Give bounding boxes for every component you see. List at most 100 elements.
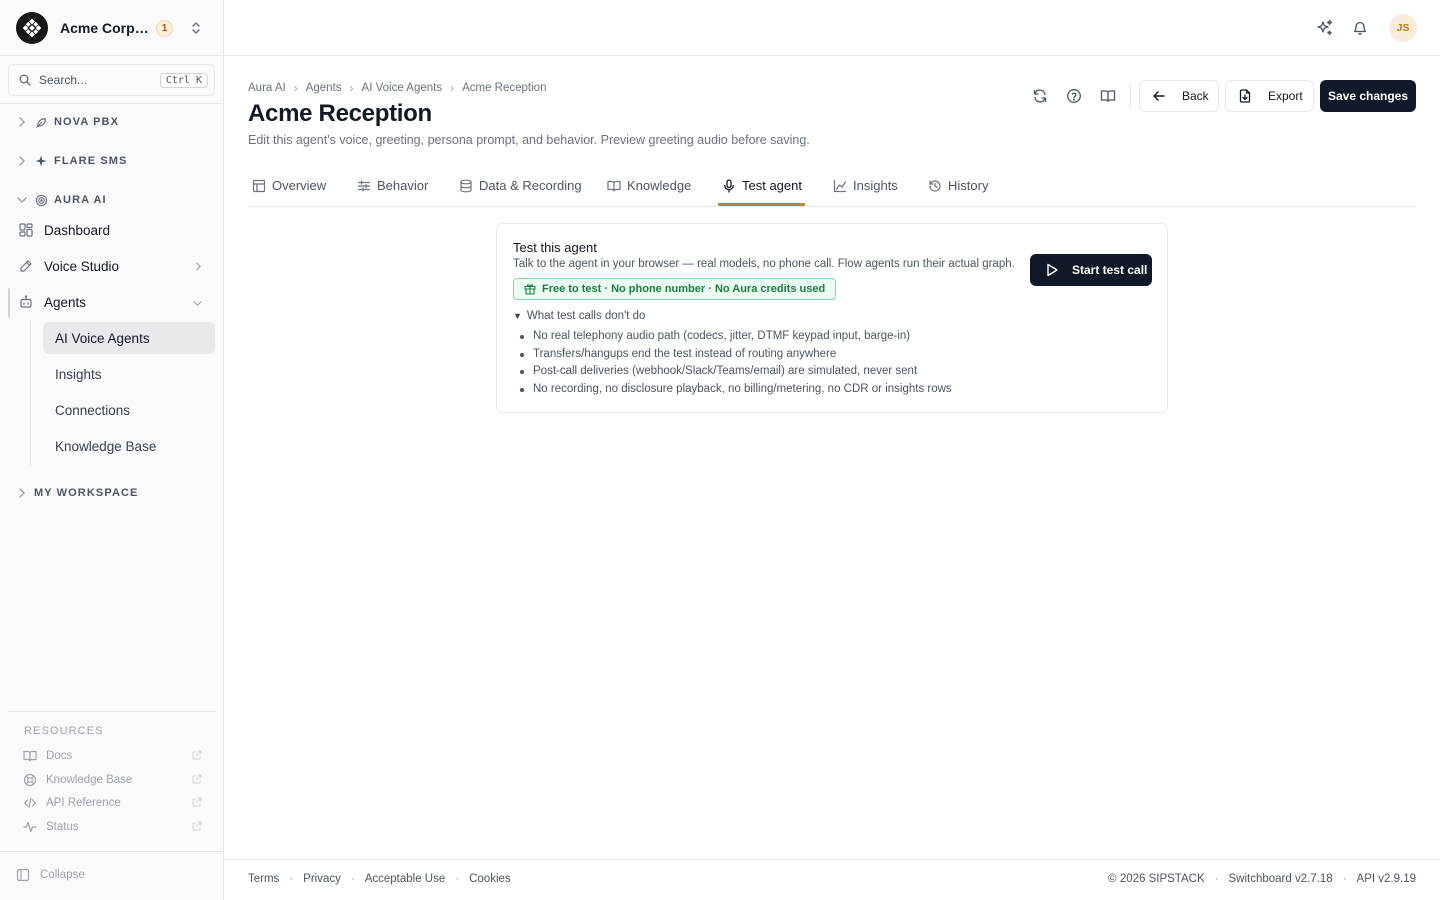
tab-history[interactable]: History (924, 165, 992, 206)
ai-sparkles-icon[interactable] (1315, 18, 1335, 38)
triangle-down-icon: ▼ (513, 311, 522, 321)
user-avatar[interactable]: JS (1389, 14, 1417, 42)
chevron-right-icon (195, 259, 202, 274)
tab-label: Knowledge (627, 178, 692, 193)
list-item: Post-call deliveries (webhook/Slack/Team… (520, 363, 952, 381)
export-label: Export (1268, 89, 1303, 103)
chevron-right-icon (16, 488, 28, 498)
back-label: Back (1182, 89, 1209, 103)
back-button[interactable]: Back (1139, 80, 1219, 112)
search-input[interactable] (39, 73, 149, 87)
sidebar-section-nova-pbx[interactable]: NOVA PBX (16, 111, 119, 133)
badge-label: Free to test · No phone number · No Aura… (542, 283, 826, 295)
separator-dot: · (1214, 873, 1219, 885)
book-open-icon[interactable] (1098, 86, 1118, 106)
external-link-icon (192, 773, 202, 787)
footer-link-privacy[interactable]: Privacy (303, 873, 341, 885)
collapse-label: Collapse (40, 869, 85, 881)
sidebar-section-label: NOVA PBX (54, 116, 120, 128)
divider (0, 851, 224, 852)
tab-data-recording[interactable]: Data & Recording (455, 165, 586, 206)
tab-label: History (948, 178, 989, 193)
collapse-sidebar-button[interactable]: Collapse (16, 866, 85, 884)
footer-link-terms[interactable]: Terms (248, 873, 279, 885)
sidebar-item-label: Agents (44, 294, 87, 310)
tab-overview[interactable]: Overview (248, 165, 330, 206)
chevron-down-icon (193, 295, 202, 310)
search-icon (19, 74, 31, 86)
page-description: Edit this agent's voice, greeting, perso… (248, 133, 810, 147)
limitations-disclosure-toggle[interactable]: ▼ What test calls don't do (513, 310, 645, 322)
org-name: Acme Corporation (60, 20, 152, 36)
notification-count-badge: 1 (156, 19, 173, 37)
breadcrumb-current: Acme Reception (462, 82, 547, 94)
external-link-icon (192, 820, 202, 834)
sidebar-section-flare-sms[interactable]: FLARE SMS (16, 150, 127, 172)
active-section-indicator (8, 288, 10, 318)
api-version: API v2.9.19 (1356, 873, 1416, 885)
resources-heading: RESOURCES (24, 725, 104, 737)
tab-label: Behavior (377, 178, 429, 193)
lifebuoy-icon (22, 772, 38, 788)
resource-label: Knowledge Base (46, 774, 133, 786)
sidebar-collapse-icon (16, 868, 30, 882)
sidebar-item-agents[interactable]: Agents (14, 286, 214, 318)
start-test-call-button[interactable]: Start test call (1030, 254, 1152, 286)
test-agent-card: Test this agent Talk to the agent in you… (496, 223, 1168, 413)
tab-knowledge[interactable]: Knowledge (603, 165, 695, 206)
resource-link-status[interactable]: Status (22, 817, 202, 837)
sidebar-section-label: FLARE SMS (54, 155, 128, 167)
switchboard-version: Switchboard v2.7.18 (1228, 873, 1333, 885)
sidebar-subitem-knowledge-base[interactable]: Knowledge Base (43, 430, 215, 462)
list-item: Transfers/hangups end the test instead o… (520, 346, 952, 364)
book-open-icon (607, 179, 621, 193)
tab-insights[interactable]: Insights (829, 165, 902, 206)
divider (0, 55, 224, 56)
footer-meta: © 2026 SIPSTACK · Switchboard v2.7.18 · … (1108, 873, 1416, 885)
tab-test-agent[interactable]: Test agent (718, 165, 806, 206)
refresh-icon[interactable] (1030, 86, 1050, 106)
org-switcher[interactable]: Acme Corporation 1 (16, 12, 212, 44)
bot-icon (18, 294, 34, 310)
code-icon (22, 795, 38, 811)
chevron-right-icon (16, 156, 28, 166)
dashboard-icon (18, 222, 34, 238)
search-box[interactable]: Ctrl K (8, 64, 215, 96)
sidebar-item-dashboard[interactable]: Dashboard (14, 214, 214, 246)
pen-icon (18, 258, 34, 274)
breadcrumb-link[interactable]: Aura AI (248, 82, 286, 94)
save-changes-button[interactable]: Save changes (1320, 80, 1416, 112)
top-header: JS (224, 0, 1440, 56)
sidebar-subitem-ai-voice-agents[interactable]: AI Voice Agents (43, 322, 215, 354)
chevrons-up-down-icon[interactable] (189, 21, 203, 35)
sidebar: Acme Corporation 1 Ctrl K NOVA PBX FLARE… (0, 0, 224, 900)
sidebar-section-my-workspace[interactable]: MY WORKSPACE (16, 482, 138, 504)
card-title: Test this agent (513, 240, 597, 255)
disclosure-summary: What test calls don't do (526, 310, 646, 322)
chevron-right-icon: › (450, 81, 455, 95)
sidebar-item-voice-studio[interactable]: Voice Studio (14, 250, 214, 282)
mic-icon (722, 178, 736, 193)
separator-dot: · (350, 873, 355, 885)
breadcrumb-link[interactable]: AI Voice Agents (362, 82, 443, 94)
radar-icon (34, 193, 48, 207)
resource-link-api-reference[interactable]: API Reference (22, 793, 202, 813)
tab-label: Overview (272, 178, 327, 193)
footer-link-acceptable-use[interactable]: Acceptable Use (365, 873, 446, 885)
history-icon (928, 179, 942, 193)
tab-behavior[interactable]: Behavior (353, 165, 432, 206)
divider (8, 711, 216, 712)
export-button[interactable]: Export (1225, 80, 1314, 112)
sidebar-subitem-insights[interactable]: Insights (43, 358, 215, 390)
breadcrumb-link[interactable]: Agents (306, 82, 342, 94)
divider (1130, 84, 1131, 108)
resource-link-knowledge-base[interactable]: Knowledge Base (22, 770, 202, 790)
help-circle-icon[interactable] (1064, 86, 1084, 106)
footer-link-cookies[interactable]: Cookies (469, 873, 511, 885)
tab-label: Insights (853, 178, 898, 193)
sidebar-subitem-connections[interactable]: Connections (43, 394, 215, 426)
sidebar-section-aura-ai[interactable]: AURA AI (16, 189, 107, 211)
bell-icon[interactable] (1350, 18, 1370, 38)
file-download-icon (1238, 88, 1252, 104)
resource-link-docs[interactable]: Docs (22, 746, 202, 766)
